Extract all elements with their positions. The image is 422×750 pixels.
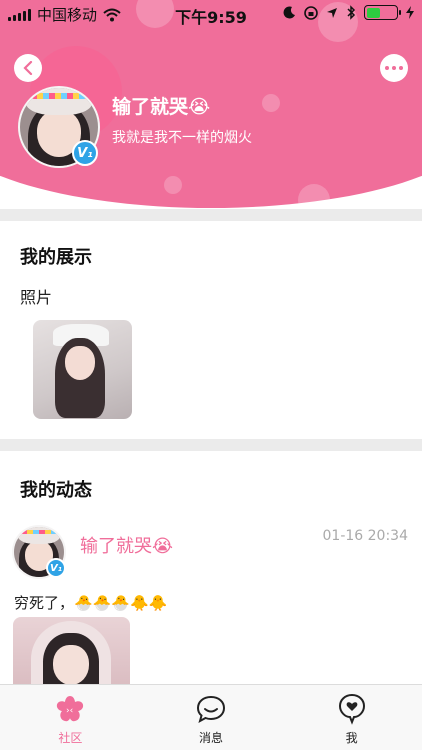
svg-text:›‹: ›‹ (66, 706, 73, 716)
chevron-left-icon (23, 61, 33, 75)
tab-community[interactable]: ›‹ 社区 (0, 685, 141, 750)
showcase-title: 我的展示 (20, 247, 92, 268)
more-dot-icon (392, 66, 396, 70)
decor-bubble (298, 184, 330, 210)
post-author[interactable]: 输了就哭😭 (80, 532, 173, 558)
tab-bar: ›‹ 社区 消息 我 (0, 684, 422, 750)
feed-title: 我的动态 (20, 480, 92, 501)
showcase-photo[interactable] (33, 320, 132, 419)
back-button[interactable] (14, 54, 42, 82)
status-bar: 中国移动 下午9:59 (0, 0, 422, 28)
message-bubble-icon (195, 693, 227, 725)
level-badge: V₁ (72, 140, 98, 166)
tab-messages[interactable]: 消息 (141, 685, 282, 750)
tab-me[interactable]: 我 (281, 685, 422, 750)
profile-signature: 我就是我不一样的烟火 (112, 130, 252, 146)
more-options-button[interactable] (380, 54, 408, 82)
community-flower-icon: ›‹ (54, 693, 86, 725)
profile-name: 输了就哭😭 (112, 96, 211, 118)
moon-icon (283, 6, 295, 19)
tab-community-label: 社区 (58, 731, 83, 745)
post-level-badge: V₁ (46, 558, 66, 578)
location-icon (327, 7, 337, 18)
tab-messages-label: 消息 (199, 731, 224, 745)
more-dot-icon (399, 66, 403, 70)
section-divider (0, 439, 422, 451)
section-divider (0, 209, 422, 221)
decor-bubble (262, 94, 280, 112)
battery-icon (364, 5, 401, 20)
rotation-lock-icon (304, 5, 318, 20)
more-dot-icon (385, 66, 389, 70)
post-time: 01-16 20:34 (322, 528, 408, 544)
bluetooth-icon (347, 5, 356, 20)
me-heart-icon (336, 693, 368, 725)
charging-icon (406, 6, 414, 19)
tab-me-label: 我 (345, 731, 358, 745)
photos-label: 照片 (20, 288, 53, 307)
decor-bubble (164, 176, 182, 194)
post-text: 穷死了，🐣🐣🐣🐥🐥 (14, 594, 168, 612)
